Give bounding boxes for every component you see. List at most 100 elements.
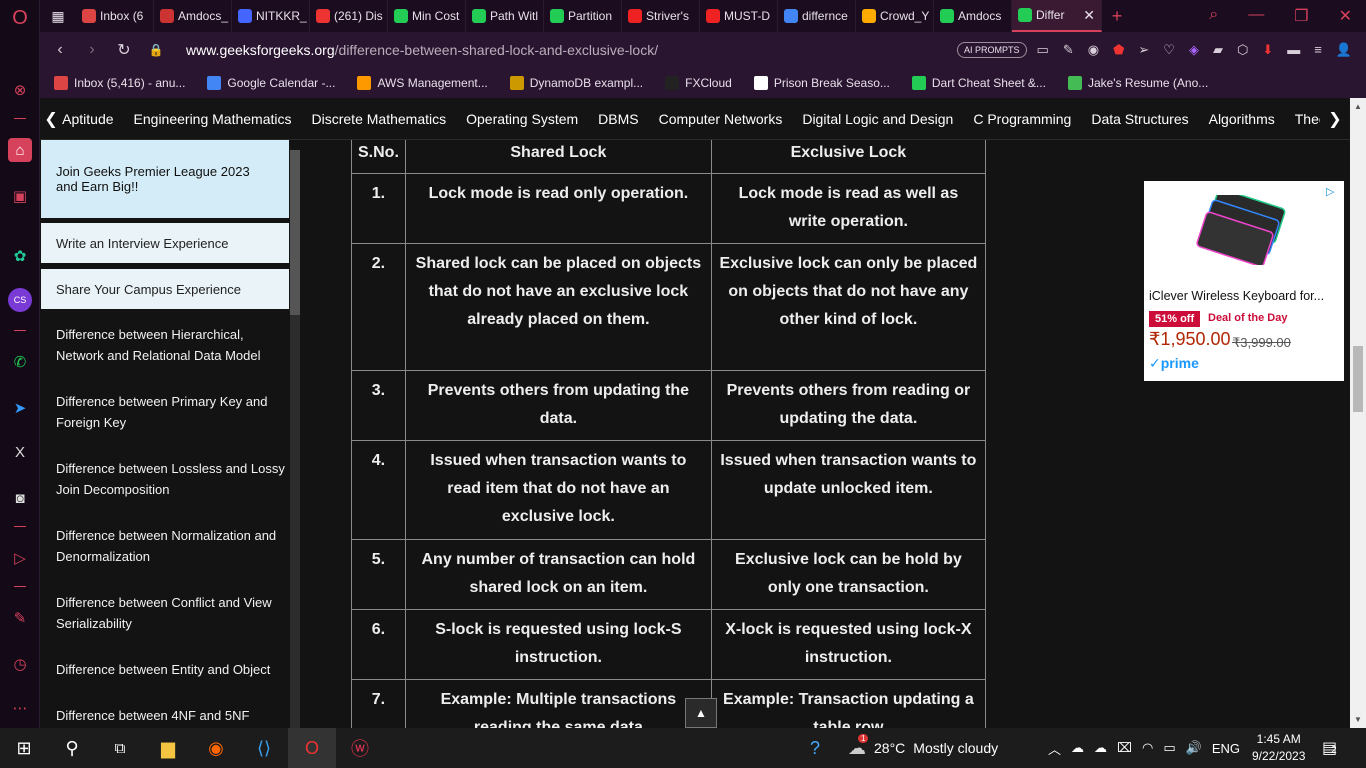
easy-setup-icon[interactable]: ≡ (1314, 42, 1322, 58)
volume-icon[interactable]: 🔊 (1186, 740, 1202, 756)
profile-icon[interactable]: 👤 (1336, 42, 1352, 58)
telegram-icon[interactable]: ➤ (8, 396, 32, 420)
firefox-icon[interactable]: ◉ (192, 728, 240, 768)
related-article-link[interactable]: Difference between 4NF and 5NF (56, 705, 286, 726)
clock[interactable]: 1:45 AM 9/22/2023 (1252, 731, 1305, 765)
chevron-up-icon[interactable]: ︿ (1048, 739, 1061, 758)
cube-icon[interactable]: ⬡ (1237, 42, 1248, 58)
help-icon[interactable]: ? (810, 738, 820, 759)
discord-icon[interactable]: ◙ (8, 486, 32, 510)
back-button[interactable]: ‹ (44, 41, 76, 59)
search-icon[interactable]: ⌕ (1209, 6, 1218, 26)
related-article-link[interactable]: Difference between Conflict and View Ser… (56, 592, 286, 634)
home-icon[interactable]: ⌂ (8, 138, 32, 162)
write-interview-link[interactable]: Write an Interview Experience (41, 223, 289, 263)
wifi-icon[interactable]: ◠ (1142, 740, 1153, 756)
download-icon[interactable]: ⬇ (1262, 42, 1273, 58)
tab-close-icon[interactable]: ✕ (1083, 7, 1095, 24)
gfg-nav-item[interactable]: DBMS (598, 111, 638, 127)
browser-tab[interactable]: Min Cost (388, 0, 466, 32)
share-campus-link[interactable]: Share Your Campus Experience (41, 269, 289, 309)
extension-icon[interactable]: ◈ (1189, 42, 1199, 58)
gfg-nav-item[interactable]: Digital Logic and Design (802, 111, 953, 127)
chatgpt-icon[interactable]: ✿ (8, 244, 32, 268)
weather-widget[interactable]: ? ☁ 1 28°C Mostly cloudy (810, 728, 998, 768)
pinboard-icon[interactable]: ✎ (8, 606, 32, 630)
browser-tab[interactable]: (261) Dis (310, 0, 388, 32)
x-twitter-icon[interactable]: X (8, 440, 32, 464)
app-w-icon[interactable]: ⓦ (336, 728, 384, 768)
file-explorer-icon[interactable]: ▆ (144, 728, 192, 768)
gfg-nav-item[interactable]: Computer Networks (659, 111, 783, 127)
edit-icon[interactable]: ✎ (1063, 42, 1074, 58)
browser-tab[interactable]: Amdocs_ (154, 0, 232, 32)
ai-prompts-button[interactable]: AI PROMPTS (957, 42, 1027, 58)
minimize-icon[interactable]: — (1248, 6, 1264, 26)
forward-button[interactable]: › (76, 41, 108, 59)
close-icon[interactable]: ✕ (1339, 6, 1352, 26)
bookmark-item[interactable]: Jake's Resume (Ano... (1067, 76, 1208, 90)
bookmark-item[interactable]: AWS Management... (357, 76, 488, 90)
cloud-icon[interactable]: ☁ (1071, 740, 1084, 756)
browser-tab[interactable]: differnce (778, 0, 856, 32)
scroll-to-top-button[interactable]: ▲ (685, 698, 717, 728)
browser-tab[interactable]: Amdocs (934, 0, 1012, 32)
opera-logo-icon[interactable]: O (8, 6, 32, 30)
url-field[interactable]: www.geeksforgeeks.org/difference-between… (186, 42, 658, 58)
reload-button[interactable]: ↻ (108, 40, 140, 60)
browser-tab[interactable]: Inbox (6 (76, 0, 154, 32)
gamepad-icon[interactable]: ⊗ (8, 78, 32, 102)
whatsapp-icon[interactable]: ✆ (8, 350, 32, 374)
browser-tab[interactable]: MUST-D (700, 0, 778, 32)
bookmark-item[interactable]: Inbox (5,416) - anu... (54, 76, 185, 90)
browser-tab[interactable]: NITKKR_ (232, 0, 310, 32)
bookmark-item[interactable]: Prison Break Seaso... (753, 76, 890, 90)
sidebar-scrollbar[interactable] (290, 150, 300, 728)
vpn-icon[interactable]: ▰ (1213, 42, 1223, 58)
bookmark-item[interactable]: Google Calendar -... (207, 76, 335, 90)
gfg-nav-item[interactable]: Discrete Mathematics (312, 111, 447, 127)
advertisement[interactable]: ▷ iClever Wireless Keyboard for... 51% o… (1144, 181, 1344, 381)
page-scrollbar[interactable]: ▲ ▼ (1350, 98, 1366, 728)
browser-tab[interactable]: Path Witl (466, 0, 544, 32)
adchoices-icon[interactable]: ▷ (1326, 185, 1340, 199)
device-icon[interactable]: ⌧ (1117, 740, 1132, 756)
task-view-icon[interactable]: ⧉ (96, 728, 144, 768)
browser-tab[interactable]: Partition (544, 0, 622, 32)
battery-icon[interactable]: ▬ (1287, 42, 1300, 58)
search-icon[interactable]: ⚲ (48, 728, 96, 768)
notification-center-icon[interactable]: ▤2 (1322, 738, 1337, 758)
related-article-link[interactable]: Difference between Lossless and Lossy Jo… (56, 458, 286, 500)
bookmark-item[interactable]: Dart Cheat Sheet &... (911, 76, 1046, 90)
gfg-nav-item[interactable]: Algorithms (1209, 111, 1275, 127)
battery-icon[interactable]: ▭ (1163, 740, 1175, 756)
windows-start-icon[interactable]: ⊞ (0, 728, 48, 768)
language-indicator[interactable]: ENG (1212, 741, 1240, 756)
tab-grid-icon[interactable]: ▦ (40, 8, 76, 25)
bookmark-item[interactable]: FXCloud (665, 76, 732, 90)
history-icon[interactable]: ◷ (8, 652, 32, 676)
premier-league-link[interactable]: Join Geeks Premier League 2023 and Earn … (41, 140, 289, 218)
onedrive-icon[interactable]: ☁ (1094, 740, 1107, 756)
briefcase-icon[interactable]: ▣ (8, 184, 32, 208)
related-article-link[interactable]: Difference between Hierarchical, Network… (56, 324, 286, 366)
opera-taskbar-icon[interactable]: O (288, 728, 336, 768)
gfg-nav-item[interactable]: Engineering Mathematics (134, 111, 292, 127)
adblock-icon[interactable]: ⬟ (1113, 42, 1124, 58)
browser-tab[interactable]: Differ ✕ (1012, 0, 1102, 32)
camera-icon[interactable]: ◉ (1088, 42, 1099, 58)
new-tab-button[interactable]: + (1102, 6, 1132, 27)
related-article-link[interactable]: Difference between Primary Key and Forei… (56, 391, 286, 433)
gfg-nav-item[interactable]: C Programming (973, 111, 1071, 127)
reader-icon[interactable]: ▭ (1037, 42, 1049, 58)
player-icon[interactable]: ▷ (8, 546, 32, 570)
nav-right-arrow-icon[interactable]: ❯ (1320, 108, 1350, 129)
heart-icon[interactable]: ♡ (1163, 42, 1175, 58)
related-article-link[interactable]: Difference between Entity and Object (56, 659, 286, 680)
nav-left-arrow-icon[interactable]: ❮ (40, 109, 62, 129)
more-icon[interactable]: ⋯ (8, 696, 32, 720)
restore-icon[interactable]: ❐ (1294, 6, 1308, 26)
browser-tab[interactable]: Crowd_Y (856, 0, 934, 32)
bookmark-item[interactable]: DynamoDB exampl... (509, 76, 643, 90)
vscode-icon[interactable]: ⟨⟩ (240, 728, 288, 768)
